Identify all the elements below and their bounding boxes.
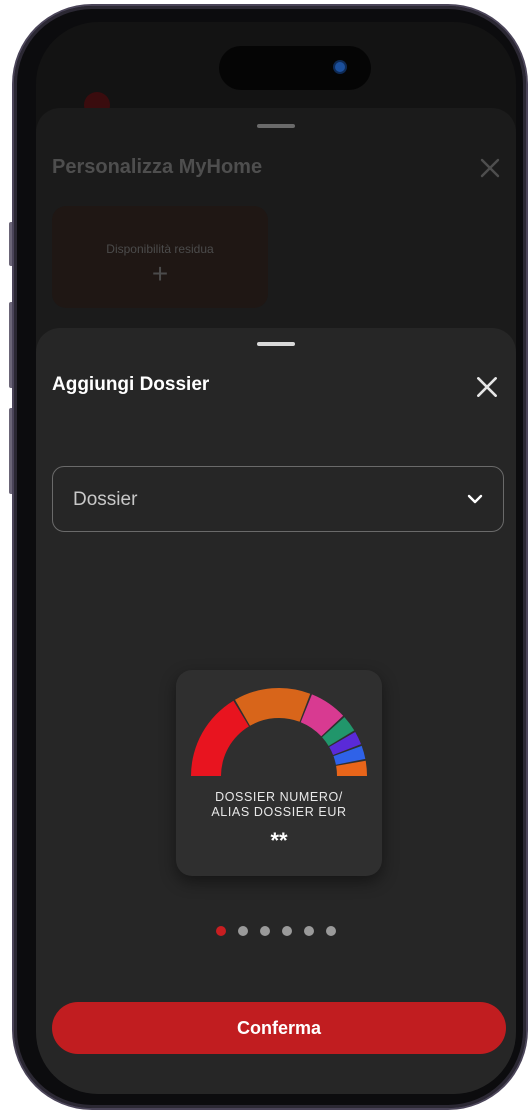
- sheet-grabber[interactable]: [257, 342, 295, 346]
- confirm-button[interactable]: Conferma: [52, 1002, 506, 1054]
- dossier-select-value: Dossier: [73, 489, 138, 510]
- gauge-segment: [235, 688, 311, 726]
- sheet-title: Personalizza MyHome: [52, 156, 263, 178]
- dossier-label: DOSSIER NUMERO/ ALIAS DOSSIER EUR: [176, 790, 382, 820]
- close-icon[interactable]: [474, 374, 500, 400]
- sheet-title: Aggiungi Dossier: [52, 374, 210, 395]
- dossier-value: **: [270, 828, 288, 853]
- residual-availability-tile[interactable]: Disponibilità residua +: [52, 206, 268, 308]
- dossier-widget-card[interactable]: DOSSIER NUMERO/ ALIAS DOSSIER EUR **: [176, 670, 382, 876]
- pagination-dot-active[interactable]: [216, 926, 226, 936]
- chevron-down-icon: [467, 494, 483, 504]
- phone-frame: Personalizza MyHome Disponibilità residu…: [14, 6, 526, 1108]
- pagination-dots: [36, 926, 516, 936]
- dynamic-island: [219, 46, 371, 90]
- add-dossier-sheet: Aggiungi Dossier Dossier DOSSIER NUMERO/…: [36, 328, 516, 1094]
- dossier-select[interactable]: Dossier: [52, 466, 504, 532]
- plus-icon: +: [151, 258, 169, 289]
- dossier-label-line2: ALIAS DOSSIER EUR: [211, 805, 347, 819]
- camera-icon: [335, 62, 345, 72]
- pagination-dot[interactable]: [260, 926, 270, 936]
- pagination-dot[interactable]: [304, 926, 314, 936]
- pagination-dot[interactable]: [238, 926, 248, 936]
- gauge-chart-icon: [191, 688, 367, 776]
- screen: Personalizza MyHome Disponibilità residu…: [36, 22, 516, 1094]
- tile-label: Disponibilità residua: [106, 242, 214, 256]
- close-icon[interactable]: [478, 156, 502, 180]
- gauge-segment: [191, 700, 249, 776]
- pagination-dot[interactable]: [326, 926, 336, 936]
- dossier-label-line1: DOSSIER NUMERO/: [215, 790, 343, 804]
- sheet-grabber[interactable]: [257, 124, 295, 128]
- pagination-dot[interactable]: [282, 926, 292, 936]
